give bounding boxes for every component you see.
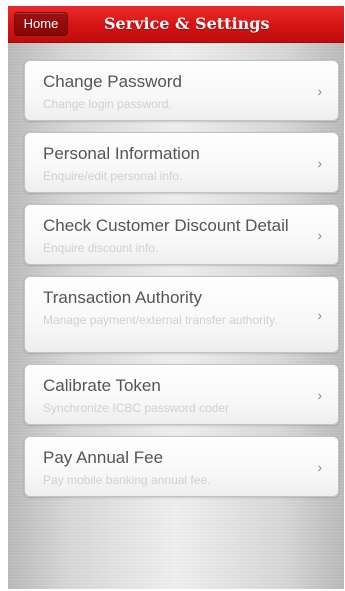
home-button[interactable]: Home bbox=[14, 12, 68, 36]
chevron-right-icon: › bbox=[317, 458, 322, 475]
page-title: Service & Settings bbox=[104, 14, 270, 33]
app-frame: Home Service & Settings Change Password … bbox=[8, 6, 344, 589]
item-title: Transaction Authority bbox=[43, 288, 203, 307]
item-description: Enquire/edit personal info. bbox=[43, 169, 183, 183]
menu-item-pay-annual-fee[interactable]: Pay Annual Fee Pay mobile banking annual… bbox=[24, 436, 339, 497]
item-description: Synchronize ICBC password coder bbox=[43, 401, 230, 415]
menu-item-personal-information[interactable]: Personal Information Enquire/edit person… bbox=[24, 132, 339, 193]
item-title: Pay Annual Fee bbox=[43, 448, 164, 467]
item-description: Enquire discount info. bbox=[43, 241, 159, 255]
chevron-right-icon: › bbox=[317, 386, 322, 403]
chevron-right-icon: › bbox=[317, 154, 322, 171]
item-title: Personal Information bbox=[43, 144, 200, 163]
item-description: Pay mobile banking annual fee. bbox=[43, 473, 211, 487]
item-title: Check Customer Discount Detail bbox=[43, 216, 289, 235]
item-title: Calibrate Token bbox=[43, 376, 161, 395]
screen: Home Service & Settings Change Password … bbox=[0, 0, 345, 591]
menu-item-check-customer-discount-detail[interactable]: Check Customer Discount Detail Enquire d… bbox=[24, 204, 339, 265]
item-title: Change Password bbox=[43, 72, 182, 91]
menu-item-transaction-authority[interactable]: Transaction Authority Manage payment/ext… bbox=[24, 276, 339, 353]
item-description: Change login password. bbox=[43, 97, 172, 111]
menu-item-change-password[interactable]: Change Password Change login password. › bbox=[24, 60, 339, 121]
chevron-right-icon: › bbox=[317, 306, 322, 323]
item-description: Manage payment/external transfer authori… bbox=[43, 313, 278, 327]
menu-item-calibrate-token[interactable]: Calibrate Token Synchronize ICBC passwor… bbox=[24, 364, 339, 425]
chevron-right-icon: › bbox=[317, 226, 322, 243]
chevron-right-icon: › bbox=[317, 82, 322, 99]
title-bar: Home Service & Settings bbox=[8, 6, 344, 43]
